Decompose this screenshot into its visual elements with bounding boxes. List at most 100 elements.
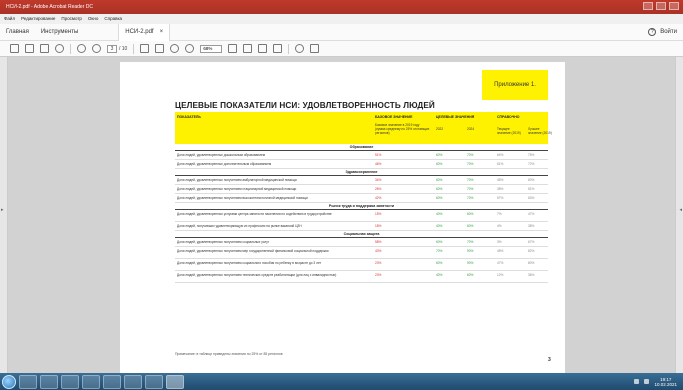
- document-viewport[interactable]: Приложение 1. ЦЕЛЕВЫЕ ПОКАЗАТЕЛИ НСИ: УД…: [8, 57, 675, 373]
- print-icon[interactable]: [25, 44, 34, 53]
- email-icon[interactable]: [40, 44, 49, 53]
- right-sidebar[interactable]: ◂: [675, 57, 683, 373]
- section-header: Здравоохранение: [175, 169, 548, 176]
- target-2022: 60%: [436, 240, 443, 244]
- start-button[interactable]: [2, 374, 16, 389]
- scroll-mode-icon[interactable]: [258, 44, 268, 53]
- header-best: Лучшее значение (2019): [528, 127, 552, 135]
- tab-tools[interactable]: Инструменты: [35, 24, 84, 41]
- present-icon[interactable]: [273, 44, 283, 53]
- taskbar-explorer-icon[interactable]: [19, 374, 37, 389]
- best-value: 60%: [528, 178, 535, 182]
- menu-view[interactable]: Просмотр: [61, 14, 82, 24]
- help-icon[interactable]: ?: [648, 28, 657, 36]
- zoom-select[interactable]: 68%: [200, 44, 223, 53]
- footnote: Примечание: в таблице приведены значения…: [175, 352, 283, 356]
- menu-help[interactable]: Справка: [104, 14, 122, 24]
- cursor-icon[interactable]: [140, 44, 150, 53]
- target-2024: 70%: [467, 240, 474, 244]
- target-2022: 70%: [436, 249, 443, 253]
- clock[interactable]: 19:17 10.02.2021: [654, 377, 677, 387]
- indicator-name: Доля людей, удовлетворенных получением с…: [177, 187, 297, 191]
- table-row: Доля людей, удовлетворенных получением м…: [175, 247, 548, 259]
- table-row: Доля людей, удовлетворенных дополнительн…: [175, 160, 548, 169]
- best-value: 36%: [528, 273, 535, 277]
- header-base-sub: Базовое значение в 2019 году (сумма сред…: [375, 123, 430, 135]
- page-input[interactable]: 3: [107, 44, 117, 53]
- toolbar-divider: [288, 43, 290, 54]
- base-value: 18%: [375, 224, 382, 228]
- target-2022: 60%: [436, 187, 443, 191]
- taskbar-chrome-icon[interactable]: [103, 374, 121, 389]
- target-2022: 60%: [436, 153, 443, 157]
- next-page-icon[interactable]: [92, 44, 101, 53]
- header-reference: СПРАВОЧНО: [497, 115, 520, 119]
- target-2022: 40%: [436, 212, 443, 216]
- table-row: Доля людей, удовлетворенных получением с…: [175, 259, 548, 271]
- left-sidebar[interactable]: ▸: [0, 57, 8, 373]
- table-row: Доля людей, удовлетворенных дошкольным о…: [175, 151, 548, 160]
- indicator-name: Доля людей, получивших удовлетворяющую и…: [177, 224, 302, 228]
- taskbar-word-icon[interactable]: [61, 374, 79, 389]
- current-value: 38%: [497, 187, 504, 191]
- prev-page-icon[interactable]: [77, 44, 86, 53]
- signin-link[interactable]: Войти: [660, 29, 677, 35]
- base-value: 42%: [375, 196, 382, 200]
- expand-right-icon[interactable]: ◂: [679, 207, 682, 213]
- hand-icon[interactable]: [155, 44, 165, 53]
- table-row: Доля людей, удовлетворенных получением с…: [175, 185, 548, 194]
- header-indicator: ПОКАЗАТЕЛЬ: [177, 115, 201, 119]
- current-value: 64%: [497, 153, 504, 157]
- target-2024: 70%: [467, 187, 474, 191]
- tab-home[interactable]: Главная: [0, 24, 35, 41]
- menu-window[interactable]: Окно: [88, 14, 98, 24]
- best-value: 82%: [528, 249, 535, 253]
- toolbar: 3 / 10 68%: [0, 41, 683, 57]
- menu-file[interactable]: Файл: [4, 14, 15, 24]
- best-value: 75%: [528, 153, 535, 157]
- zoom-in-icon[interactable]: [185, 44, 195, 53]
- comment-icon[interactable]: [295, 44, 305, 53]
- target-2024: 90%: [467, 261, 474, 265]
- minimize-button[interactable]: [643, 2, 653, 10]
- page-navigator: 3 / 10: [107, 44, 127, 53]
- pen-icon[interactable]: [310, 44, 320, 53]
- indicators-table: ПОКАЗАТЕЛЬ БАЗОВОЕ ЗНАЧЕНИЕ Базовое знач…: [175, 112, 552, 283]
- search-icon[interactable]: [55, 44, 64, 53]
- crop-icon[interactable]: [228, 44, 238, 53]
- taskbar-app2-icon[interactable]: [145, 374, 163, 389]
- taskbar-acrobat-icon[interactable]: [166, 374, 184, 389]
- header-2022: 2022: [436, 127, 444, 131]
- base-value: 43%: [375, 249, 382, 253]
- pdf-page: Приложение 1. ЦЕЛЕВЫЕ ПОКАЗАТЕЛИ НСИ: УД…: [120, 62, 565, 373]
- toolbar-divider: [133, 43, 135, 54]
- table-row: Доля людей, получивших удовлетворяющую и…: [175, 222, 548, 231]
- menubar: Файл Редактирование Просмотр Окно Справк…: [0, 14, 683, 24]
- volume-icon[interactable]: [644, 379, 650, 384]
- header-base: БАЗОВОЕ ЗНАЧЕНИЕ: [375, 115, 413, 119]
- maximize-button[interactable]: [656, 2, 666, 10]
- target-2024: 60%: [467, 212, 474, 216]
- zoom-out-icon[interactable]: [170, 44, 180, 53]
- close-window-button[interactable]: [669, 2, 679, 10]
- fit-page-icon[interactable]: [243, 44, 253, 53]
- taskbar-browser-icon[interactable]: [82, 374, 100, 389]
- table-row: Доля людей, удовлетворенных услугами цен…: [175, 210, 548, 222]
- indicator-name: Доля людей, удовлетворенных дошкольным о…: [177, 153, 265, 157]
- indicator-name: Доля людей, удовлетворенных получением с…: [177, 261, 322, 265]
- target-2024: 70%: [467, 153, 474, 157]
- current-value: 3%: [497, 240, 502, 244]
- create-icon[interactable]: [10, 44, 19, 53]
- current-value: 7%: [497, 212, 502, 216]
- best-value: 67%: [528, 240, 535, 244]
- window-controls: [643, 2, 679, 10]
- indicator-name: Доля людей, удовлетворенных получением м…: [177, 249, 329, 253]
- tab-close-icon[interactable]: ×: [160, 24, 164, 41]
- taskbar-app-icon[interactable]: [124, 374, 142, 389]
- page-number: 3: [548, 357, 551, 363]
- network-icon[interactable]: [634, 379, 640, 384]
- menu-edit[interactable]: Редактирование: [21, 14, 55, 24]
- taskbar-media-icon[interactable]: [40, 374, 58, 389]
- tab-document[interactable]: НСИ-2.pdf ×: [118, 23, 171, 41]
- expand-left-icon[interactable]: ▸: [1, 207, 4, 213]
